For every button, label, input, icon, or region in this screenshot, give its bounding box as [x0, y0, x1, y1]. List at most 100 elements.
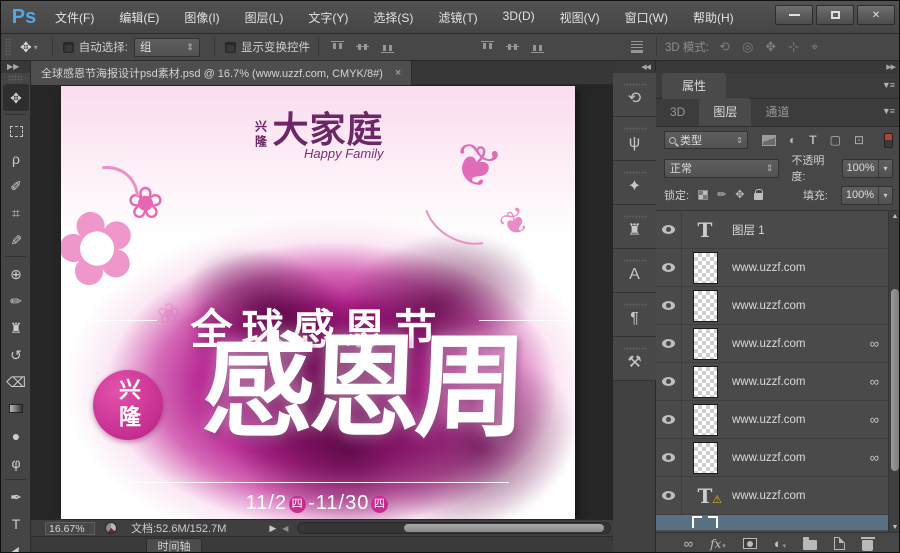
menu-item[interactable]: 滤镜(T): [438, 9, 477, 26]
menu-item[interactable]: 图像(I): [184, 9, 219, 26]
visibility-eye-icon[interactable]: [662, 339, 675, 348]
layer-thumbnail[interactable]: [692, 289, 718, 322]
layer-filter-dropdown[interactable]: 类型 ⇕: [664, 131, 748, 149]
visibility-eye-icon[interactable]: [662, 263, 675, 272]
document-tab[interactable]: 全球感恩节海报设计psd素材.psd @ 16.7% (www.uzzf.com…: [31, 61, 413, 85]
3d-roll-icon[interactable]: ◎: [742, 39, 753, 55]
menu-item[interactable]: 视图(V): [560, 9, 600, 26]
layer-thumbnail[interactable]: [692, 365, 718, 398]
align-right-edges-button[interactable]: [452, 37, 473, 57]
menu-item[interactable]: 帮助(H): [693, 9, 734, 26]
lock-position-icon[interactable]: ✥: [735, 189, 744, 201]
layers-scrollbar[interactable]: ▲ ▼: [888, 211, 899, 532]
tab-layers[interactable]: 图层: [699, 98, 752, 126]
quick-selection-tool[interactable]: ✐: [1, 172, 31, 199]
layer-name[interactable]: 图层 1: [732, 222, 899, 238]
lasso-tool[interactable]: ρ: [1, 145, 31, 172]
character-panel-button[interactable]: A: [613, 249, 656, 293]
strip-collapse-icon[interactable]: ◀◀: [613, 61, 655, 73]
align-vertical-centers-button[interactable]: [352, 37, 373, 57]
tools-grip[interactable]: [8, 75, 23, 82]
menu-item[interactable]: 图层(L): [245, 9, 284, 26]
healing-brush-tool[interactable]: ⊕: [1, 260, 31, 287]
lock-all-icon[interactable]: [753, 189, 763, 200]
tab-close-icon[interactable]: ×: [395, 67, 401, 79]
link-layers-button[interactable]: ∞: [684, 537, 693, 550]
maximize-button[interactable]: [816, 5, 854, 25]
gradient-tool[interactable]: [1, 395, 31, 422]
3d-slide-icon[interactable]: ⊹: [788, 39, 799, 55]
lock-image-pixels-icon[interactable]: ✏: [717, 189, 726, 201]
fill-field[interactable]: 100% ▾: [841, 185, 893, 205]
eyedropper-tool[interactable]: ✎: [1, 226, 31, 253]
minimize-button[interactable]: [775, 5, 813, 25]
horizontal-scrollbar[interactable]: [297, 522, 611, 534]
opacity-field[interactable]: 100% ▾: [842, 158, 893, 178]
align-left-edges-button[interactable]: [402, 37, 423, 57]
layer-row[interactable]: T ⚠ www.uzzf.com: [656, 476, 899, 515]
distribute-horizontal-centers-button[interactable]: [577, 37, 598, 57]
visibility-eye-icon[interactable]: [662, 491, 675, 500]
layer-name[interactable]: www.uzzf.com: [732, 338, 870, 350]
auto-select-dropdown[interactable]: 组 ⇕: [133, 37, 200, 57]
type-layer-icon[interactable]: T: [698, 484, 713, 508]
panel-menu-icon[interactable]: ▼≡: [882, 106, 895, 116]
layer-row[interactable]: www.uzzf.com ∞: [656, 400, 899, 439]
3d-drag-icon[interactable]: ✥: [765, 39, 776, 55]
clone-source-panel-button[interactable]: ♜: [613, 205, 656, 249]
distribute-top-edges-button[interactable]: [477, 37, 498, 57]
type-tool[interactable]: T: [1, 510, 31, 537]
status-flyout-icon[interactable]: ▶: [269, 523, 276, 534]
menu-item[interactable]: 文件(F): [55, 9, 94, 26]
layer-name[interactable]: www.uzzf.com: [732, 300, 899, 312]
tab-properties[interactable]: 属性: [662, 73, 726, 99]
eraser-tool[interactable]: ⌫: [1, 368, 31, 395]
history-panel-button[interactable]: ⟲: [613, 73, 656, 117]
adjustment-layer-button[interactable]: ◐ ▾: [774, 537, 786, 550]
history-brush-tool[interactable]: ↺: [1, 341, 31, 368]
layer-row[interactable]: www.uzzf.com ∞: [656, 324, 899, 363]
3d-scale-icon[interactable]: ⌖: [811, 39, 818, 55]
layer-row[interactable]: www.uzzf.com ∞: [656, 438, 899, 477]
menu-item[interactable]: 3D(D): [503, 9, 535, 26]
filter-pixel-layers-icon[interactable]: [762, 134, 776, 146]
marquee-tool[interactable]: [1, 118, 31, 145]
menu-item[interactable]: 编辑(E): [119, 9, 159, 26]
distribute-bottom-edges-button[interactable]: [527, 37, 548, 57]
layer-thumbnail[interactable]: [692, 327, 718, 360]
auto-align-layers-button[interactable]: [627, 37, 648, 57]
3d-rotate-icon[interactable]: ⟲: [719, 39, 730, 55]
visibility-eye-icon[interactable]: [662, 453, 675, 462]
menu-item[interactable]: 窗口(W): [625, 9, 668, 26]
blur-tool[interactable]: ●: [1, 422, 31, 449]
distribute-right-edges-button[interactable]: [602, 37, 623, 57]
zoom-level-field[interactable]: 16.67%: [45, 521, 95, 535]
filter-shape-layers-icon[interactable]: ▢: [830, 134, 841, 146]
align-horizontal-centers-button[interactable]: [427, 37, 448, 57]
lock-transparent-pixels-icon[interactable]: [698, 190, 709, 200]
menu-item[interactable]: 选择(S): [373, 9, 413, 26]
new-group-button[interactable]: [803, 537, 818, 550]
options-grip[interactable]: [5, 38, 12, 56]
filter-type-layers-icon[interactable]: T: [809, 134, 816, 146]
layer-row[interactable]: T 图层 1: [656, 211, 899, 249]
brush-panel-button[interactable]: ψ: [613, 117, 656, 161]
scroll-down-icon[interactable]: ▼: [889, 524, 899, 531]
distribute-left-edges-button[interactable]: [552, 37, 573, 57]
layer-thumbnail[interactable]: [692, 441, 718, 474]
new-layer-button[interactable]: [834, 537, 846, 550]
layer-row[interactable]: www.uzzf.com: [656, 286, 899, 325]
delete-layer-button[interactable]: [860, 536, 875, 551]
timeline-tab[interactable]: 时间轴: [146, 538, 202, 552]
panel-collapse-icon[interactable]: ▶▶: [656, 61, 899, 73]
scroll-up-icon[interactable]: ▲: [889, 213, 899, 220]
show-transform-checkbox[interactable]: [224, 41, 236, 53]
panel-menu-icon[interactable]: ▼≡: [882, 80, 895, 90]
canvas[interactable]: 兴隆 大家庭 Happy Family 全球感恩节 兴隆 感恩周 11/2四-1…: [31, 85, 613, 519]
layer-thumbnail[interactable]: [692, 251, 718, 284]
visibility-eye-icon[interactable]: [662, 415, 675, 424]
tools-collapse-icon[interactable]: ▶▶: [1, 61, 30, 73]
add-layer-mask-button[interactable]: [742, 538, 757, 549]
tool-preset-caret-icon[interactable]: ▾: [34, 43, 38, 52]
align-bottom-edges-button[interactable]: [377, 37, 398, 57]
